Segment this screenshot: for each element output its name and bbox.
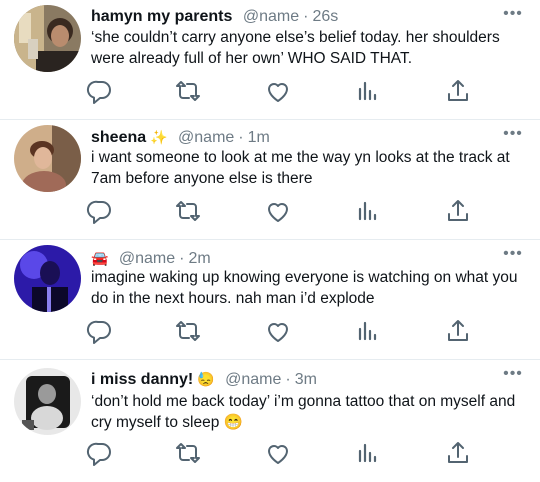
tweet-header: i miss danny! 😓 @name · 3m [91, 368, 480, 390]
name-emoji: 🚘 [91, 250, 109, 266]
tweet-actions [86, 317, 476, 345]
reply-icon[interactable] [86, 197, 114, 225]
avatar[interactable] [14, 125, 81, 192]
more-icon[interactable]: ••• [503, 366, 523, 382]
retweet-icon[interactable] [174, 197, 202, 225]
display-name[interactable]: i miss danny! [91, 371, 193, 388]
tweet-header: sheena ✨ @name · 1m [91, 126, 480, 148]
retweet-icon[interactable] [174, 317, 202, 345]
like-icon[interactable] [264, 439, 292, 467]
tweet-header: hamyn my parents @name · 26s [91, 6, 480, 28]
timestamp[interactable]: 2m [188, 250, 210, 267]
reply-icon[interactable] [86, 77, 114, 105]
more-icon[interactable]: ••• [503, 246, 523, 262]
tweet-feed: hamyn my parents @name · 26s ••• ‘she coul… [0, 0, 540, 482]
handle[interactable]: @name [119, 250, 175, 267]
separator: · [179, 250, 185, 267]
handle[interactable]: @name [243, 8, 299, 25]
handle[interactable]: @name [178, 129, 234, 146]
avatar[interactable] [14, 368, 81, 435]
tweet-header: 🚘 @name · 2m [91, 247, 480, 269]
like-icon[interactable] [264, 197, 292, 225]
tweet[interactable]: hamyn my parents @name · 26s ••• ‘she coul… [0, 0, 540, 120]
share-icon[interactable] [444, 439, 472, 467]
tweet-text: imagine waking up knowing everyone is wa… [91, 269, 518, 307]
separator: · [238, 129, 244, 146]
tweet-actions [86, 77, 476, 105]
name-emoji: ✨ [150, 129, 168, 145]
tweet-text: ‘don’t hold me back today’ i’m gonna tat… [91, 393, 516, 431]
name-emoji: 😓 [197, 371, 215, 387]
tweet[interactable]: i miss danny! 😓 @name · 3m ••• ‘don’t hold … [0, 360, 540, 482]
reply-icon[interactable] [86, 439, 114, 467]
timestamp[interactable]: 26s [312, 8, 338, 25]
more-icon[interactable]: ••• [503, 126, 523, 142]
timestamp[interactable]: 3m [295, 371, 317, 388]
separator: · [303, 8, 309, 25]
views-icon[interactable] [354, 317, 382, 345]
retweet-icon[interactable] [174, 77, 202, 105]
tweet-text: i want someone to look at me the way yn … [91, 149, 510, 187]
reply-icon[interactable] [86, 317, 114, 345]
like-icon[interactable] [264, 317, 292, 345]
views-icon[interactable] [354, 197, 382, 225]
share-icon[interactable] [444, 77, 472, 105]
avatar[interactable] [14, 245, 81, 312]
timestamp[interactable]: 1m [248, 129, 270, 146]
views-icon[interactable] [354, 439, 382, 467]
more-icon[interactable]: ••• [503, 6, 523, 22]
share-icon[interactable] [444, 197, 472, 225]
tweet-actions [86, 439, 476, 467]
handle[interactable]: @name [225, 371, 281, 388]
share-icon[interactable] [444, 317, 472, 345]
tweet-actions [86, 197, 476, 225]
views-icon[interactable] [354, 77, 382, 105]
retweet-icon[interactable] [174, 439, 202, 467]
tweet-text: ‘she couldn’t carry anyone else’s belief… [91, 29, 500, 67]
avatar[interactable] [14, 5, 81, 72]
like-icon[interactable] [264, 77, 292, 105]
display-name[interactable]: sheena [91, 129, 146, 146]
tweet[interactable]: sheena ✨ @name · 1m ••• i want someone to l… [0, 120, 540, 240]
separator: · [285, 371, 291, 388]
display-name[interactable]: hamyn my parents [91, 8, 232, 25]
tweet[interactable]: 🚘 @name · 2m ••• imagine waking up knowing… [0, 240, 540, 360]
